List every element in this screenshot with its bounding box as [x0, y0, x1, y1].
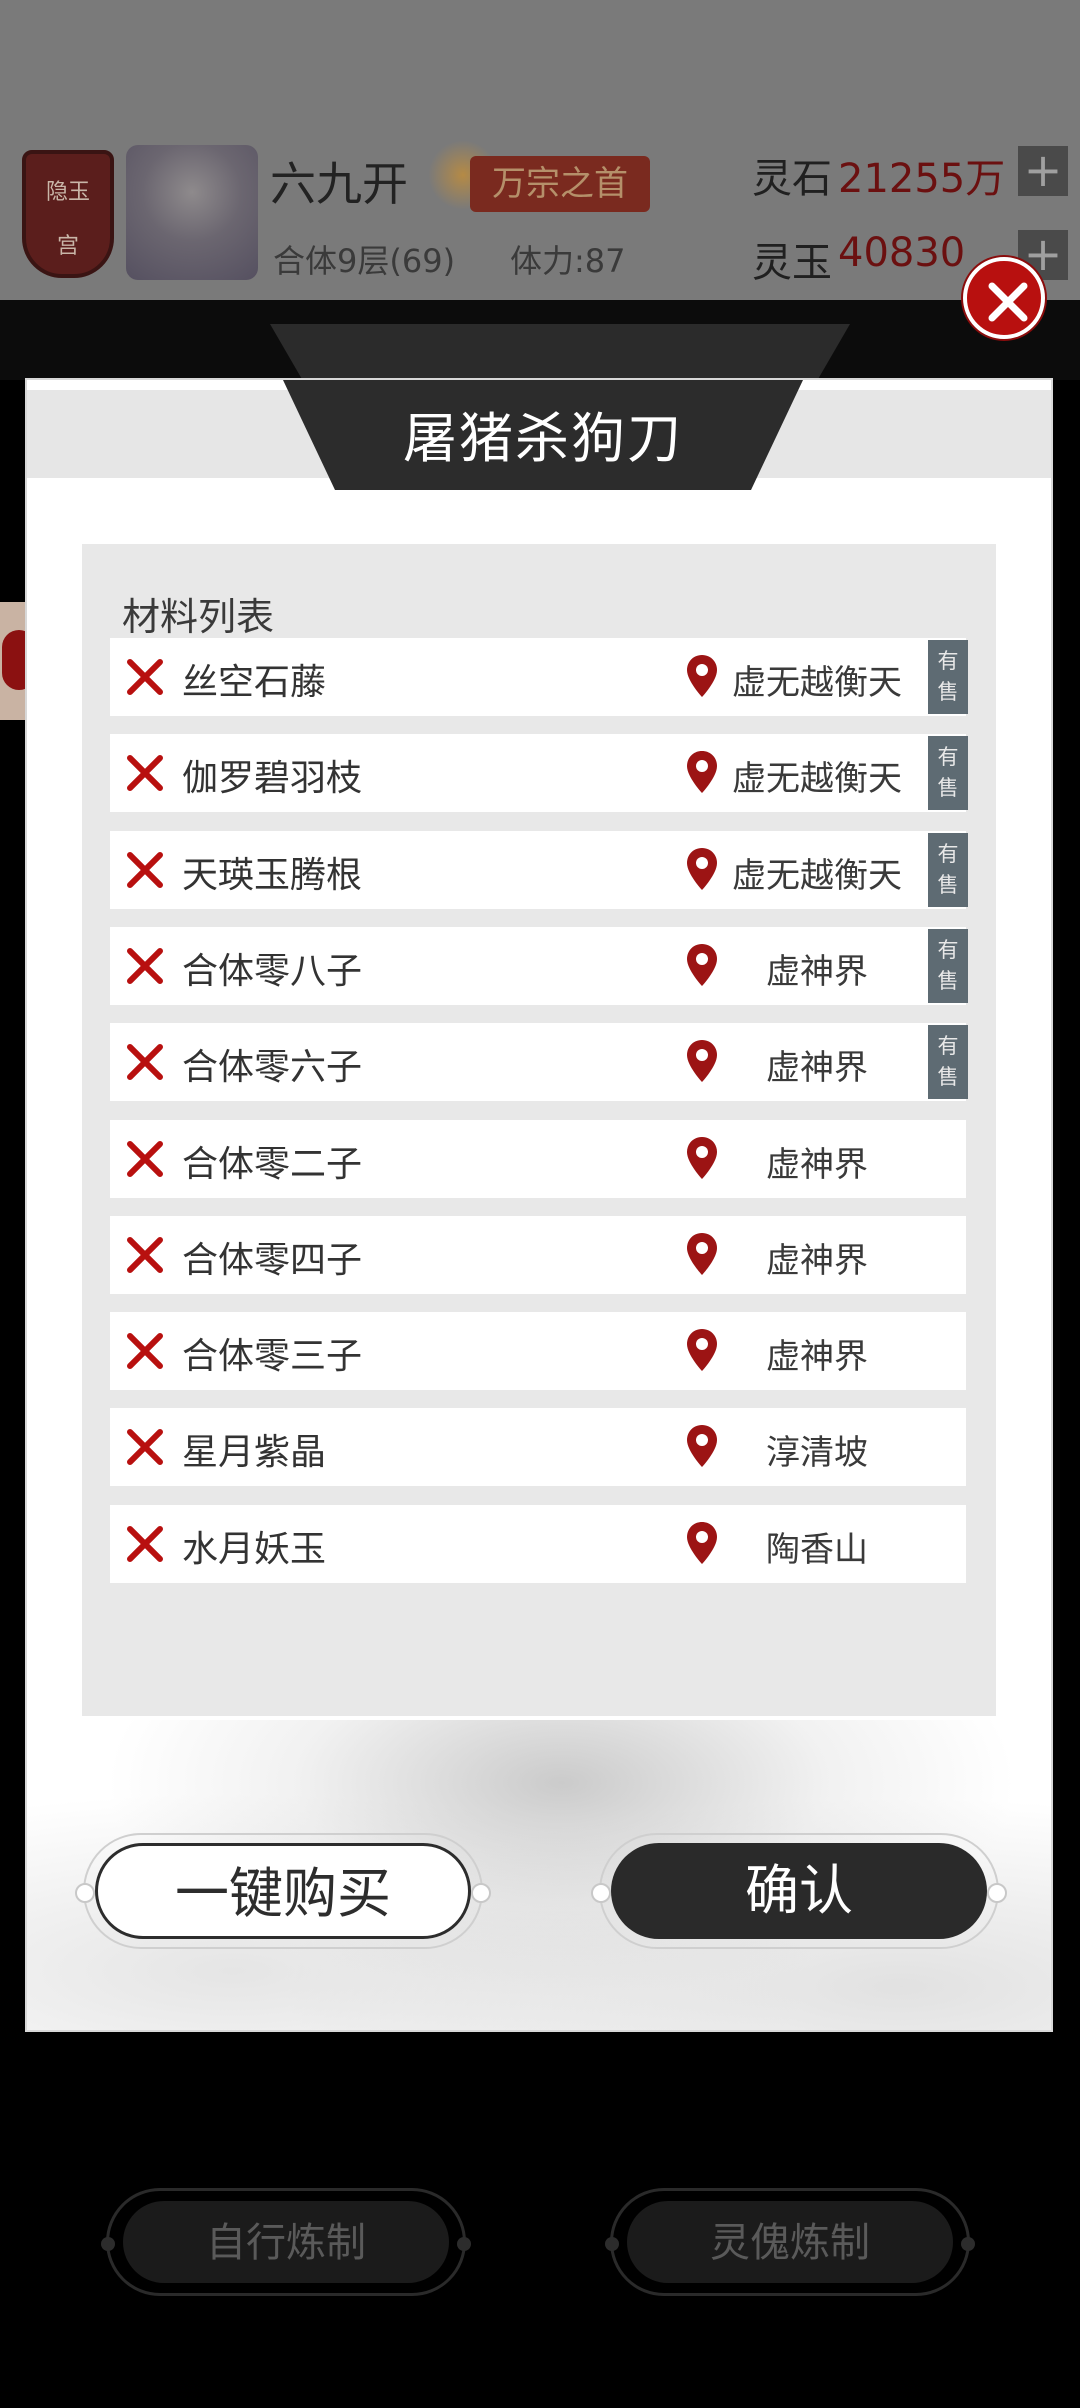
x-icon[interactable] [122, 1328, 168, 1374]
material-location[interactable]: 虚神界 [722, 1137, 912, 1186]
close-icon [988, 282, 1028, 322]
material-location[interactable]: 虚无越衡天 [722, 848, 912, 897]
on-sale-text-1: 有 [937, 649, 959, 673]
map-pin-icon[interactable] [685, 653, 719, 699]
material-location[interactable]: 陶香山 [722, 1522, 912, 1571]
spirit-jade-label: 灵玉 [752, 240, 832, 286]
on-sale-text-1: 有 [937, 841, 959, 866]
buy-all-label: 一键购买 [95, 1843, 471, 1939]
x-icon[interactable] [122, 1136, 168, 1182]
buy-all-button[interactable]: 一键购买 [75, 1833, 491, 1949]
material-row[interactable]: 伽罗碧羽枝 虚无越衡天有售 [110, 734, 968, 813]
material-name: 合体零八子 [182, 950, 363, 992]
plus-icon[interactable]: + [1018, 146, 1068, 196]
material-row[interactable]: 丝空石藤 虚无越衡天有售 [110, 638, 968, 716]
map-pin-icon[interactable] [685, 1231, 719, 1277]
material-location[interactable]: 虚神界 [722, 1040, 912, 1089]
on-sale-text-2: 售 [937, 680, 959, 704]
recipe-dialog: 屠猪杀狗刀 材料列表 丝空石藤 虚无越衡天有售伽罗碧羽枝 虚无越衡天有售天瑛玉腾根虚… [25, 378, 1053, 2032]
on-sale-badge[interactable]: 有售 [928, 928, 968, 1003]
material-location[interactable]: 淳清坡 [722, 1425, 912, 1474]
x-icon[interactable] [122, 1232, 168, 1278]
material-location[interactable]: 虚无越衡天 [722, 655, 912, 704]
material-row[interactable]: 合体零六子 虚神界有售 [110, 1023, 968, 1102]
material-name: 天瑛玉腾根 [182, 854, 363, 896]
material-row[interactable]: 合体零四子 虚神界 [110, 1215, 966, 1294]
top-status-bar: 隐玉 宫 六九开 万宗之首 合体9层(69) 体力:87 灵石 21255万 +… [0, 0, 1080, 300]
self-forge-label: 自行炼制 [123, 2201, 449, 2283]
x-icon[interactable] [122, 1039, 168, 1085]
x-icon[interactable] [122, 1521, 168, 1567]
material-name: 水月妖玉 [182, 1528, 327, 1570]
material-row[interactable]: 天瑛玉腾根 虚无越衡天有售 [110, 830, 968, 909]
on-sale-text-2: 售 [937, 1065, 959, 1090]
map-pin-icon[interactable] [685, 942, 719, 988]
on-sale-badge[interactable]: 有售 [928, 1025, 968, 1100]
sect-badge-line2: 宫 [56, 234, 79, 259]
on-sale-text-1: 有 [937, 745, 959, 770]
material-name: 合体零二子 [182, 1143, 363, 1185]
close-button[interactable] [963, 257, 1045, 339]
sect-badge-line1: 隐玉 [45, 180, 90, 205]
material-name: 合体零四子 [182, 1239, 363, 1281]
player-level: 合体9层(69) [273, 242, 456, 280]
material-row[interactable]: 合体零二子 虚神界 [110, 1119, 966, 1198]
material-location[interactable]: 虚无越衡天 [722, 751, 912, 800]
x-icon[interactable] [122, 943, 168, 989]
x-icon[interactable] [122, 750, 168, 796]
map-pin-icon[interactable] [685, 1038, 719, 1084]
on-sale-text-1: 有 [937, 937, 959, 962]
map-pin-icon[interactable] [685, 1520, 719, 1566]
materials-panel: 材料列表 丝空石藤 虚无越衡天有售伽罗碧羽枝 虚无越衡天有售天瑛玉腾根 虚无越衡天有售… [82, 544, 996, 1716]
map-pin-icon[interactable] [685, 749, 719, 795]
material-name: 合体零六子 [182, 1047, 363, 1089]
map-pin-icon[interactable] [685, 1135, 719, 1181]
material-location[interactable]: 虚神界 [722, 944, 912, 993]
materials-panel-title: 材料列表 [122, 595, 275, 639]
puppet-forge-button[interactable]: 灵傀炼制 [605, 2188, 975, 2296]
on-sale-text-2: 售 [937, 968, 959, 993]
x-icon[interactable] [122, 847, 168, 893]
x-icon[interactable] [122, 1424, 168, 1470]
material-name: 丝空石藤 [182, 662, 327, 703]
on-sale-badge[interactable]: 有售 [928, 736, 968, 811]
on-sale-text-2: 售 [937, 872, 959, 897]
map-pin-icon[interactable] [685, 846, 719, 892]
material-location[interactable]: 虚神界 [722, 1233, 912, 1282]
material-name: 合体零三子 [182, 1336, 363, 1378]
confirm-label: 确认 [611, 1843, 987, 1939]
on-sale-text-1: 有 [937, 1034, 959, 1059]
material-name: 星月紫晶 [182, 1432, 327, 1474]
sect-badge: 隐玉 宫 [22, 150, 114, 278]
on-sale-text-2: 售 [937, 776, 959, 801]
player-name: 六九开 [270, 157, 408, 211]
material-name: 伽罗碧羽枝 [182, 758, 363, 800]
material-location[interactable]: 虚神界 [722, 1329, 912, 1378]
x-icon[interactable] [122, 654, 168, 700]
dialog-title: 屠猪杀狗刀 [403, 407, 683, 470]
on-sale-badge[interactable]: 有售 [928, 640, 968, 714]
material-row[interactable]: 星月紫晶 淳清坡 [110, 1408, 966, 1487]
player-stamina: 体力:87 [510, 242, 626, 280]
material-row[interactable]: 水月妖玉 陶香山 [110, 1504, 966, 1583]
puppet-forge-label: 灵傀炼制 [627, 2201, 953, 2283]
on-sale-badge[interactable]: 有售 [928, 832, 968, 907]
confirm-button[interactable]: 确认 [591, 1833, 1007, 1949]
avatar[interactable] [126, 145, 258, 280]
spirit-jade-value: 40830 [838, 230, 966, 276]
map-pin-icon[interactable] [685, 1327, 719, 1373]
self-forge-button[interactable]: 自行炼制 [101, 2188, 471, 2296]
material-row[interactable]: 合体零三子 虚神界 [110, 1312, 966, 1391]
material-row[interactable]: 合体零八子 虚神界有售 [110, 926, 968, 1005]
spirit-stone-value: 21255万 [838, 156, 1006, 202]
map-pin-icon[interactable] [685, 1423, 719, 1469]
spirit-stone-label: 灵石 [752, 156, 832, 202]
title-badge: 万宗之首 [470, 156, 650, 212]
